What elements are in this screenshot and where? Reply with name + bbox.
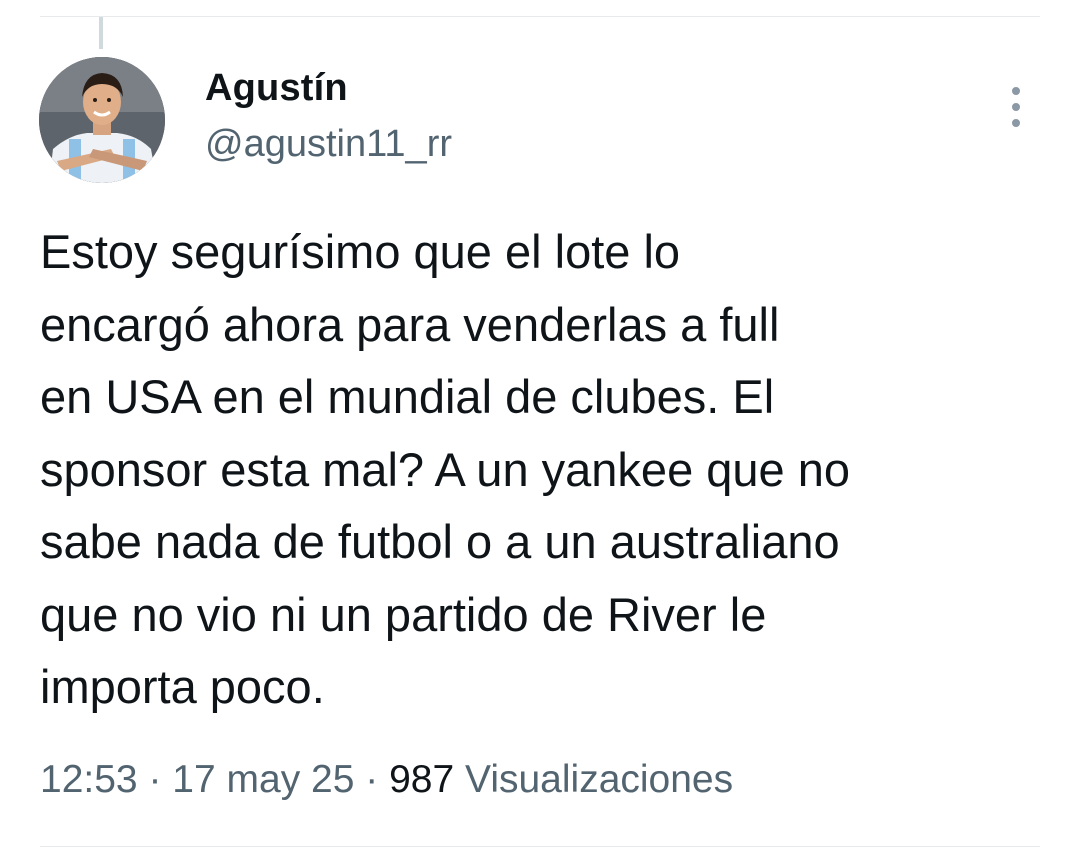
tweet-time[interactable]: 12:53 <box>40 758 138 801</box>
tweet-text-line: importa poco. <box>40 660 325 713</box>
views-count: 987 <box>389 758 455 801</box>
tweet-text-line: sabe nada de futbol o a un australiano <box>40 515 840 568</box>
profile-photo-icon <box>39 57 165 183</box>
more-options-button[interactable] <box>996 82 1036 132</box>
author-avatar[interactable] <box>39 57 165 183</box>
author-handle[interactable]: @agustin11_rr <box>205 120 452 168</box>
tweet-text-line: encargó ahora para venderlas a full <box>40 297 780 351</box>
more-options-icon <box>1012 87 1020 95</box>
tweet-text-line: en USA en el mundial de clubes. El <box>40 370 775 423</box>
tweet-text-line: Estoy segurísimo que el lote lo <box>40 225 681 278</box>
meta-separator: · <box>365 758 379 801</box>
more-options-icon-dot <box>1012 103 1020 111</box>
tweet-text-line: que no vio ni un partido de River le <box>40 587 767 641</box>
tweet-text: Estoy segurísimo que el lote lo encargó … <box>40 216 1060 724</box>
meta-separator: · <box>148 758 162 801</box>
tweet-date[interactable]: 17 may 25 <box>172 758 354 801</box>
top-divider <box>40 16 1040 17</box>
tweet-text-line: sponsor esta mal? A un yankee que no <box>40 442 851 496</box>
more-options-icon-dot <box>1012 119 1020 127</box>
author-name[interactable]: Agustín <box>205 64 348 112</box>
bottom-divider <box>40 846 1040 847</box>
thread-connector-line <box>99 17 103 49</box>
views-label: Visualizaciones <box>465 758 734 801</box>
tweet-metadata: 12:53 · 17 may 25 · 987 Visualizaciones <box>40 752 733 808</box>
